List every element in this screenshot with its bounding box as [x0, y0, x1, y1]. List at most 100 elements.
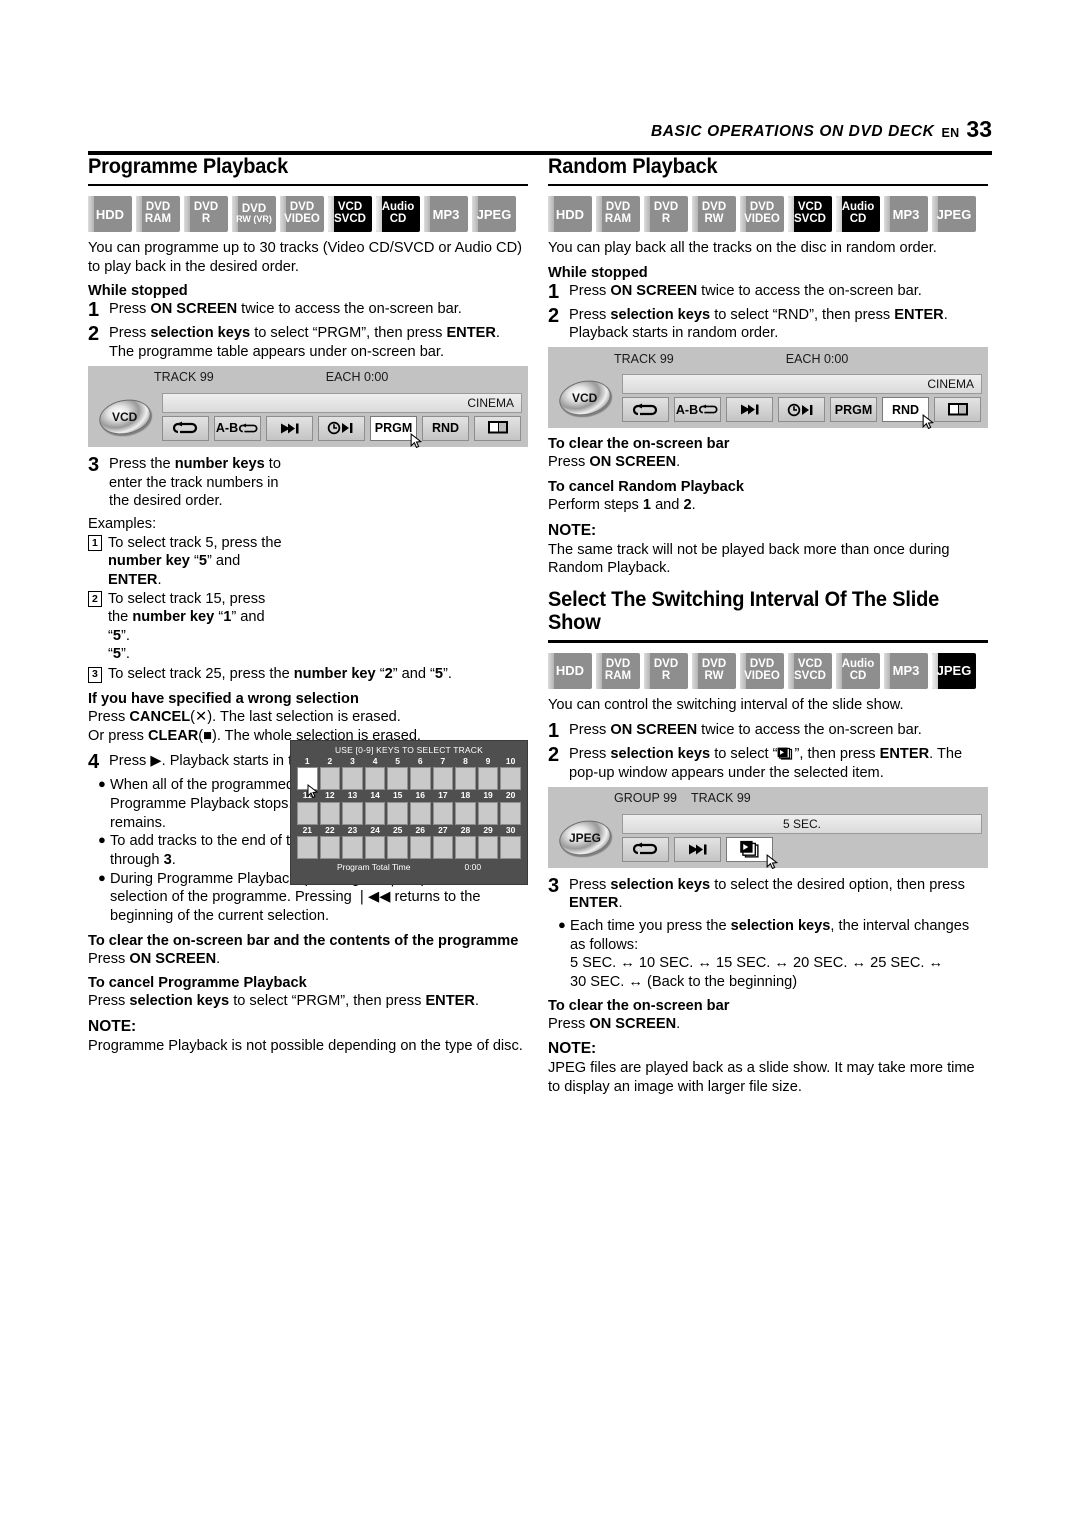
track-cell[interactable]	[364, 835, 386, 859]
osd-status-row: GROUP 99 TRACK 99	[548, 786, 988, 810]
track-cell[interactable]	[477, 835, 499, 859]
osd-skip-search-icon[interactable]	[674, 836, 721, 862]
program-total-time-value: 0:00	[464, 861, 482, 872]
interval-sequence-line-2: 30 SEC. ↔ (Back to the beginning)	[570, 974, 798, 990]
osd-rnd-button[interactable]: RND	[882, 397, 935, 430]
track-cell[interactable]	[432, 801, 454, 825]
osd-repeat-icon[interactable]	[622, 397, 669, 423]
badge-mp3: MP3	[424, 196, 468, 233]
osd-repeat-icon[interactable]	[162, 415, 209, 441]
step-number: 1	[88, 299, 100, 322]
osd-cinema-strip: CINEMA	[622, 374, 982, 395]
track-cell[interactable]	[319, 767, 341, 791]
osd-prgm-button[interactable]: PRGM	[830, 397, 877, 423]
programme-example-2-cont: “5”.	[108, 645, 130, 662]
programme-table-cells-row-1	[297, 767, 521, 799]
track-cell[interactable]	[409, 767, 431, 791]
slideshow-step-3: 3 Press selection keys to select the des…	[548, 876, 988, 913]
programme-table-labels-row-2: 11 12 13 14 15 16 17 18 19 20	[302, 790, 516, 801]
badge-mp3: MP3	[884, 652, 928, 689]
osd-cinema-label: CINEMA	[927, 377, 974, 392]
badge-audio-cd: Audio CD	[836, 196, 880, 233]
osd-rnd-button[interactable]: RND	[422, 415, 469, 441]
jpeg-disc-icon: JPEG	[556, 815, 614, 860]
example-text: To select track 25, press the number key…	[108, 666, 452, 683]
track-cell[interactable]	[500, 835, 521, 859]
clear-onscreen-line-slideshow: Press ON SCREEN.	[548, 1015, 681, 1032]
osd-ab-repeat-icon[interactable]: A-B	[214, 415, 261, 441]
osd-button-row: A-B PRGM RND	[622, 397, 982, 430]
track-cell[interactable]	[319, 801, 341, 825]
programme-example-2: 2 To select track 15, press the number k…	[88, 590, 288, 646]
step-number: 4	[88, 751, 100, 774]
track-cell[interactable]	[477, 801, 499, 825]
track-cell[interactable]	[364, 767, 386, 791]
track-cell[interactable]	[432, 767, 454, 791]
programme-intro: You can programme up to 30 tracks (Video…	[88, 240, 522, 275]
osd-time-skip-icon[interactable]	[318, 415, 365, 441]
osd-ab-repeat-icon[interactable]: A-B	[674, 397, 721, 423]
track-cell[interactable]	[387, 835, 408, 859]
example-number: 3	[88, 666, 102, 683]
osd-body: VCD CINEMA A-B PRGM RND	[548, 370, 988, 430]
osd-status-row: TRACK 99 EACH 0:00	[88, 365, 528, 389]
step-text: Press selection keys to select “PRGM”, t…	[109, 325, 500, 361]
slideshow-step-1: 1 Press ON SCREEN twice to access the on…	[548, 721, 988, 741]
osd-skip-search-icon[interactable]	[266, 415, 313, 441]
track-cell[interactable]	[477, 767, 499, 791]
clear-onscreen-heading-random: To clear the on-screen bar	[548, 436, 730, 453]
mouse-cursor-icon	[766, 853, 779, 869]
manual-page: BASIC OPERATIONS ON DVD DECK EN 33 Progr…	[0, 0, 1080, 1528]
track-cell[interactable]	[342, 835, 363, 859]
osd-prgm-button[interactable]: PRGM	[370, 415, 423, 448]
badge-vcd-svcd: VCD SVCD	[788, 196, 832, 233]
track-cell[interactable]	[455, 835, 476, 859]
step-text: Press ON SCREEN twice to access the on-s…	[109, 301, 462, 318]
track-cell[interactable]	[297, 835, 318, 859]
osd-slideshow-button[interactable]	[726, 836, 779, 869]
track-cell[interactable]	[387, 767, 408, 791]
osd-skip-search-icon[interactable]	[726, 397, 773, 423]
track-cell[interactable]	[409, 801, 431, 825]
osd-cinema-strip: CINEMA	[162, 392, 522, 413]
disc-type-indicator: VCD	[94, 392, 156, 441]
bullet-dot: ●	[558, 916, 566, 932]
osd-track-label: TRACK 99	[691, 791, 751, 806]
osd-body: JPEG 5 SEC.	[548, 809, 988, 869]
osd-screen-mode-icon[interactable]	[474, 415, 521, 441]
track-cell[interactable]	[432, 835, 454, 859]
track-cell[interactable]	[364, 801, 386, 825]
track-cell[interactable]	[409, 835, 431, 859]
track-cell[interactable]	[297, 801, 318, 825]
badge-dvd-video: DVD VIDEO	[280, 196, 324, 233]
osd-time-skip-icon[interactable]	[778, 397, 825, 423]
track-cell[interactable]	[500, 801, 521, 825]
badge-mp3: MP3	[884, 196, 928, 233]
bullet-dot: ●	[98, 832, 106, 848]
header-language-code: EN	[941, 126, 960, 140]
track-cell[interactable]	[455, 767, 476, 791]
programme-table-labels-row-1: 1 2 3 4 5 6 7 8 9 10	[304, 755, 516, 766]
section-rule	[548, 640, 988, 643]
random-step-1: 1 Press ON SCREEN twice to access the on…	[548, 282, 988, 302]
track-cell[interactable]	[342, 767, 363, 791]
track-cell[interactable]	[455, 801, 476, 825]
track-cell[interactable]	[319, 835, 341, 859]
osd-screen-mode-icon[interactable]	[934, 397, 981, 423]
track-cell[interactable]	[387, 801, 408, 825]
track-cell[interactable]	[342, 801, 363, 825]
program-total-time-label: Program Total Time	[336, 861, 411, 872]
step-text: Press selection keys to select the desir…	[569, 876, 965, 912]
badge-hdd: HDD	[88, 196, 132, 233]
step-number: 1	[548, 720, 560, 743]
osd-track-label: TRACK 99	[614, 351, 674, 366]
badge-dvd-rw-vr: DVD RW (VR)	[232, 196, 276, 233]
page-number: 33	[966, 116, 992, 142]
osd-repeat-icon[interactable]	[622, 836, 669, 862]
step-text: Press ON SCREEN twice to access the on-s…	[569, 282, 922, 299]
programme-table-header: USE [0-9] KEYS TO SELECT TRACK	[334, 744, 484, 755]
track-cell[interactable]	[500, 767, 521, 791]
slideshow-bullet-1: ● Each time you press the selection keys…	[548, 917, 988, 992]
while-stopped-heading-programme: While stopped	[88, 283, 188, 300]
step-number: 2	[88, 323, 100, 346]
